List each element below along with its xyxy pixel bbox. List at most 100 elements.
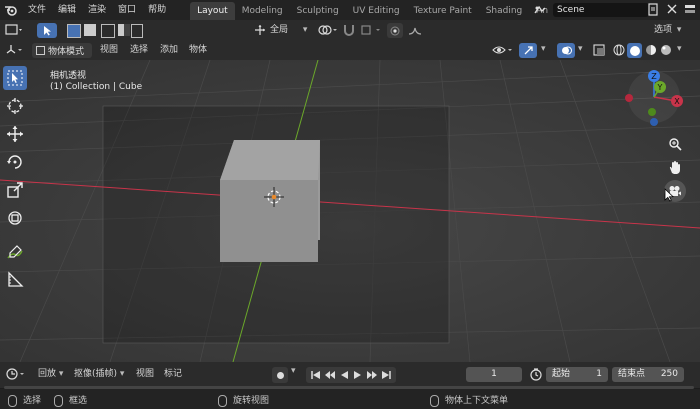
overlays-toggle-button[interactable] [557, 43, 575, 58]
tab-texture-paint[interactable]: Texture Paint [407, 2, 479, 20]
tool-measure[interactable] [3, 268, 27, 292]
vp-menu-select[interactable]: 选择 [124, 40, 154, 60]
record-icon [276, 371, 284, 379]
delete-scene-icon[interactable] [666, 3, 680, 17]
tool-cursor[interactable] [3, 94, 27, 118]
status-box-select-hint: 框选 [54, 393, 87, 407]
shading-rendered-icon[interactable] [660, 44, 672, 59]
options-dropdown[interactable]: 选项 ▾ [654, 23, 681, 37]
menu-help[interactable]: 帮助 [142, 0, 172, 20]
transform-orientation-value: 全局 [270, 25, 289, 35]
mouse-pointer-icon [664, 188, 674, 205]
tab-shading[interactable]: Shading [479, 2, 530, 20]
gizmo-dropdown-icon[interactable]: ▾ [541, 44, 546, 54]
scene-name-field[interactable]: Scene [553, 3, 649, 17]
tab-layout[interactable]: Layout [190, 2, 235, 20]
frame-end-field[interactable]: 结束点 250 [612, 367, 684, 382]
auto-keying-button[interactable] [272, 367, 288, 383]
blender-logo-icon[interactable] [0, 0, 22, 20]
select-mode-extend-icon[interactable] [84, 24, 96, 36]
left-toolbar [3, 66, 31, 296]
chevron-down-icon: ▾ [117, 369, 125, 379]
overlays-dropdown-icon[interactable]: ▾ [578, 44, 583, 54]
select-mode-subtract-icon[interactable] [101, 24, 115, 38]
next-keyframe-icon[interactable] [365, 369, 379, 381]
3d-viewport[interactable]: 相机透视 (1) Collection | Cube Z Y X [0, 60, 700, 362]
proportional-falloff-icon[interactable] [408, 23, 424, 40]
visibility-eye-icon[interactable] [492, 44, 514, 59]
pan-view-button[interactable] [665, 157, 685, 177]
tool-select-box[interactable] [3, 66, 27, 90]
shading-solid-button[interactable] [627, 43, 642, 58]
viewport-scene[interactable] [0, 60, 700, 362]
chevron-down-icon: ▾ [302, 25, 308, 35]
proportional-editing-button[interactable] [387, 23, 403, 38]
gizmo-toggle-button[interactable] [519, 43, 537, 58]
shading-wireframe-icon[interactable] [613, 44, 625, 59]
transform-orientation-icon[interactable] [254, 24, 266, 39]
editor-type-3d-icon[interactable] [5, 43, 23, 60]
tool-move[interactable] [3, 122, 27, 146]
shading-material-icon[interactable] [645, 44, 657, 59]
select-mode-new-icon[interactable] [67, 24, 81, 38]
mouse-right-icon [430, 394, 439, 407]
status-select-hint: 选择 [8, 393, 41, 407]
timeline-menu-playback[interactable]: 回放 ▾ [32, 365, 69, 383]
tool-annotate[interactable] [3, 240, 27, 264]
snap-icon[interactable] [342, 23, 356, 40]
menu-file[interactable]: 文件 [22, 0, 52, 20]
scale-icon [7, 182, 23, 198]
pivot-point-icon[interactable] [316, 23, 338, 40]
gizmo-y-label: Y [657, 83, 663, 92]
transform-orientation-dropdown[interactable]: 全局 ▾ [270, 23, 307, 37]
timeline-menu-marker[interactable]: 标记 [158, 365, 188, 383]
use-preview-range-icon[interactable] [530, 368, 542, 384]
tab-sculpting[interactable]: Sculpting [290, 2, 346, 20]
hand-icon [669, 160, 680, 174]
tool-scale[interactable] [3, 178, 27, 202]
snap-target-icon[interactable] [360, 23, 384, 40]
playback-controls [306, 367, 396, 383]
shading-dropdown-icon[interactable]: ▾ [677, 44, 682, 54]
jump-start-icon[interactable] [309, 369, 323, 381]
keying-set-dropdown[interactable]: ▾ [291, 366, 296, 376]
view-layer-icon[interactable] [684, 3, 698, 17]
vp-menu-add[interactable]: 添加 [154, 40, 184, 60]
status-rotate-label: 旋转视图 [233, 396, 270, 406]
keying-label: 抠像(插帧) [74, 369, 118, 379]
select-mode-invert-icon[interactable] [118, 24, 130, 36]
options-label: 选项 [654, 25, 673, 35]
menu-render[interactable]: 渲染 [82, 0, 112, 20]
play-icon[interactable] [351, 369, 365, 381]
editor-type-icon[interactable] [5, 23, 23, 40]
timeline-menu-keying[interactable]: 抠像(插帧) ▾ [68, 365, 130, 383]
frame-start-value: 1 [596, 369, 602, 379]
xray-toggle-icon[interactable] [593, 44, 605, 59]
tab-modeling[interactable]: Modeling [235, 2, 290, 20]
navigation-gizmo[interactable]: Z Y X [618, 68, 688, 138]
jump-end-icon[interactable] [379, 369, 393, 381]
timeline-menu-view[interactable]: 视图 [130, 365, 160, 383]
tab-uv-editing[interactable]: UV Editing [346, 2, 407, 20]
select-tool-button[interactable] [37, 23, 57, 38]
top-menu-bar: 文件 编辑 渲染 窗口 帮助 Layout Modeling Sculpting… [0, 0, 700, 20]
zoom-view-button[interactable] [665, 134, 685, 154]
new-scene-icon[interactable] [647, 3, 661, 17]
scene-selector-icon[interactable] [531, 3, 549, 17]
current-frame-field[interactable]: 1 [466, 367, 522, 382]
play-reverse-icon[interactable] [337, 369, 351, 381]
vp-menu-view[interactable]: 视图 [94, 40, 124, 60]
tool-rotate[interactable] [3, 150, 27, 174]
frame-start-label: 起始 [552, 369, 571, 379]
menu-edit[interactable]: 编辑 [52, 0, 82, 20]
tool-transform[interactable] [3, 206, 27, 230]
object-mode-dropdown[interactable]: 物体模式 [32, 43, 92, 58]
menu-window[interactable]: 窗口 [112, 0, 142, 20]
select-mode-intersect-icon[interactable] [131, 24, 143, 38]
timeline-editor-icon[interactable] [6, 367, 28, 384]
vp-menu-object[interactable]: 物体 [183, 40, 213, 60]
status-context-hint: 物体上下文菜单 [430, 393, 508, 407]
view-name-label: 相机透视 [50, 71, 87, 81]
prev-keyframe-icon[interactable] [323, 369, 337, 381]
frame-start-field[interactable]: 起始 1 [546, 367, 608, 382]
